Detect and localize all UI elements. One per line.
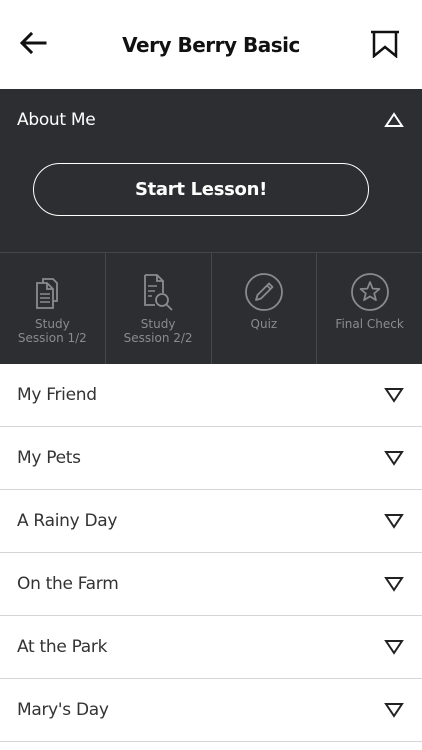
lesson-item-a-rainy-day[interactable]: A Rainy Day [0,490,422,553]
app-header: Very Berry Basic [0,0,422,89]
chevron-down-icon [384,702,404,718]
about-me-header[interactable]: About Me [0,89,422,151]
activity-study-session-1[interactable]: Study Session 1/2 [0,253,106,364]
document-search-icon [137,271,179,313]
lesson-item-my-friend[interactable]: My Friend [0,364,422,427]
lesson-item-at-the-park[interactable]: At the Park [0,616,422,679]
bookmark-icon [371,30,399,58]
lesson-label: My Pets [17,448,81,468]
lesson-list: My Friend My Pets A Rainy Day On the Far… [0,364,422,742]
activity-label: Final Check [335,317,404,331]
lesson-label: A Rainy Day [17,511,118,531]
back-button[interactable] [14,27,52,59]
chevron-up-icon [384,112,404,127]
page-title: Very Berry Basic [122,32,300,57]
lesson-label: My Friend [17,385,97,405]
lesson-label: Mary's Day [17,700,109,720]
activity-label: Study Session 2/2 [123,317,193,345]
chevron-down-icon [384,513,404,529]
lesson-item-on-the-farm[interactable]: On the Farm [0,553,422,616]
chevron-down-icon [384,387,404,403]
activity-label: Quiz [250,317,278,331]
documents-icon [31,271,73,313]
back-arrow-icon [19,32,47,54]
activity-label: Study Session 1/2 [17,317,87,345]
chevron-down-icon [384,639,404,655]
chevron-down-icon [384,576,404,592]
bookmark-button[interactable] [368,27,402,61]
lesson-item-my-pets[interactable]: My Pets [0,427,422,490]
activity-study-session-2[interactable]: Study Session 2/2 [106,253,212,364]
chevron-down-icon [384,450,404,466]
star-icon [349,271,391,313]
activity-final-check[interactable]: Final Check [317,253,422,364]
lesson-item-marys-day[interactable]: Mary's Day [0,679,422,742]
activity-quiz[interactable]: Quiz [212,253,318,364]
lesson-label: At the Park [17,637,108,657]
about-me-panel: About Me Start Lesson! Study Session 1/2 [0,89,422,364]
start-lesson-button[interactable]: Start Lesson! [33,163,369,216]
pencil-icon [243,271,285,313]
lesson-label: On the Farm [17,574,119,594]
activity-row: Study Session 1/2 Study Session 2/2 Quiz… [0,252,422,364]
about-me-label: About Me [17,110,96,130]
